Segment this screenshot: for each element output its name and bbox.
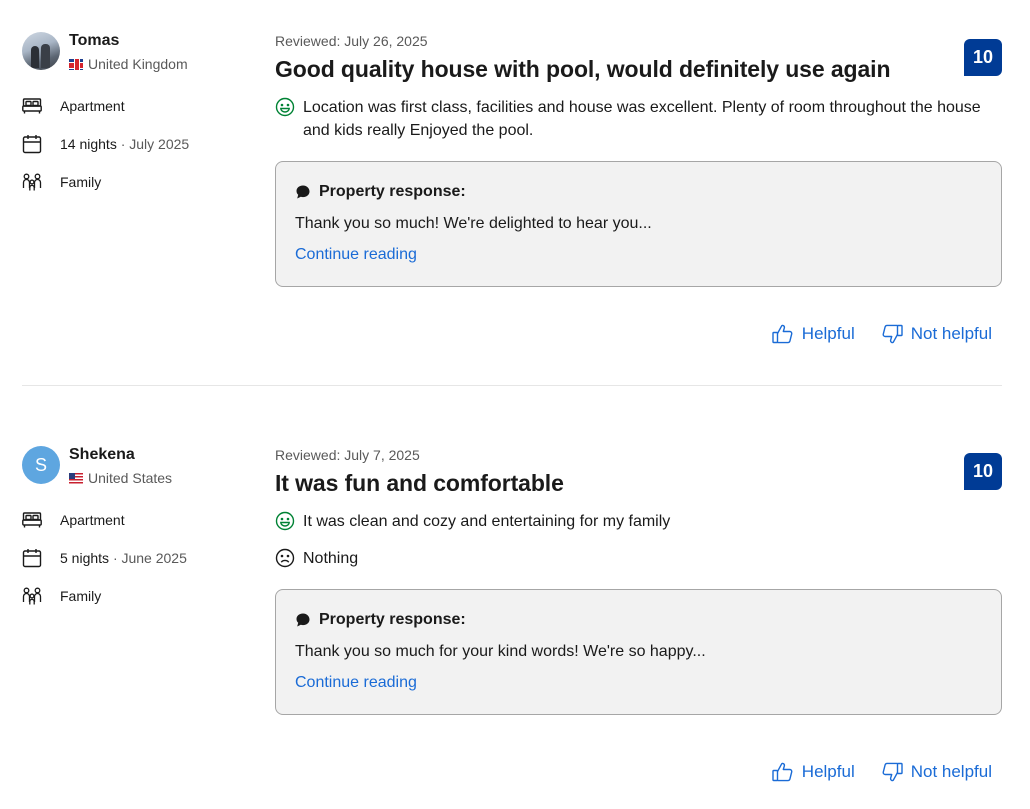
- uk-flag-icon: [69, 58, 83, 70]
- reviewed-date: Reviewed: July 7, 2025: [275, 447, 420, 463]
- helpful-label: Helpful: [801, 324, 855, 343]
- review-title: It was fun and comfortable: [275, 470, 564, 496]
- room-type: Apartment: [22, 96, 252, 116]
- helpful-button[interactable]: Helpful: [772, 762, 855, 782]
- stay-month: · June 2025: [112, 550, 187, 566]
- positive-comment: It was clean and cozy and entertaining f…: [275, 510, 1002, 533]
- smile-icon: [275, 97, 295, 117]
- review-divider: [22, 385, 1002, 386]
- reviewer-info: Tomas United Kingdom Apartment 14 nights…: [22, 32, 252, 192]
- positive-comment: Location was first class, facilities and…: [275, 96, 1002, 142]
- continue-reading-link[interactable]: Continue reading: [295, 673, 417, 693]
- traveler-type-label: Family: [60, 588, 102, 604]
- traveler-type: Family: [22, 586, 252, 606]
- stay-duration: 14 nights · July 2025: [22, 134, 252, 154]
- nights-label: 5 nights: [60, 550, 110, 566]
- reviewer-country: United Kingdom: [69, 56, 188, 72]
- reviewer-info: S Shekena United States Apartment 5 nigh…: [22, 446, 252, 606]
- country-label: United States: [88, 470, 173, 486]
- not-helpful-button[interactable]: Not helpful: [881, 762, 992, 782]
- response-label: Property response:: [319, 183, 466, 200]
- traveler-type: Family: [22, 172, 252, 192]
- frown-icon: [275, 548, 295, 568]
- nights-label: 14 nights: [60, 136, 117, 152]
- negative-comment: Nothing: [275, 547, 1002, 570]
- property-response: Property response: Thank you so much! We…: [275, 161, 1002, 287]
- review-content: Reviewed: July 7, 2025 It was fun and co…: [275, 447, 1002, 715]
- vote-buttons: Helpful Not helpful: [772, 324, 992, 344]
- room-type: Apartment: [22, 510, 252, 530]
- family-icon: [22, 172, 42, 192]
- helpful-button[interactable]: Helpful: [772, 324, 855, 344]
- response-text: Thank you so much! We're delighted to he…: [295, 215, 652, 232]
- bed-icon: [22, 510, 42, 530]
- continue-reading-link[interactable]: Continue reading: [295, 245, 417, 265]
- country-label: United Kingdom: [88, 56, 188, 72]
- helpful-label: Helpful: [801, 762, 855, 781]
- speech-bubble-icon: [296, 185, 310, 199]
- score-badge: 10: [964, 39, 1002, 76]
- reviewer-name: Tomas: [69, 32, 120, 49]
- family-icon: [22, 586, 42, 606]
- vote-buttons: Helpful Not helpful: [772, 762, 992, 782]
- review-content: Reviewed: July 26, 2025 Good quality hou…: [275, 33, 1002, 287]
- positive-text: It was clean and cozy and entertaining f…: [303, 513, 671, 530]
- not-helpful-label: Not helpful: [910, 762, 992, 781]
- positive-text: Location was first class, facilities and…: [303, 99, 981, 139]
- calendar-icon: [22, 548, 42, 568]
- bed-icon: [22, 96, 42, 116]
- review-title: Good quality house with pool, would defi…: [275, 56, 891, 82]
- stay-month: · July 2025: [120, 136, 190, 152]
- not-helpful-button[interactable]: Not helpful: [881, 324, 992, 344]
- reviewer-name: Shekena: [69, 446, 135, 463]
- response-label: Property response:: [319, 611, 466, 628]
- thumbs-down-icon: [882, 324, 903, 344]
- review-card: S Shekena United States Apartment 5 nigh…: [0, 414, 1030, 809]
- avatar: [22, 32, 60, 70]
- not-helpful-label: Not helpful: [910, 324, 992, 343]
- stay-duration: 5 nights · June 2025: [22, 548, 252, 568]
- reviewer-country: United States: [69, 470, 172, 486]
- avatar: S: [22, 446, 60, 484]
- negative-text: Nothing: [303, 550, 359, 567]
- property-response: Property response: Thank you so much for…: [275, 589, 1002, 715]
- speech-bubble-icon: [296, 613, 310, 627]
- thumbs-up-icon: [772, 324, 793, 344]
- review-card: Tomas United Kingdom Apartment 14 nights…: [0, 0, 1030, 386]
- thumbs-up-icon: [772, 762, 793, 782]
- thumbs-down-icon: [882, 762, 903, 782]
- traveler-type-label: Family: [60, 174, 102, 190]
- room-type-label: Apartment: [60, 98, 125, 114]
- calendar-icon: [22, 134, 42, 154]
- reviewed-date: Reviewed: July 26, 2025: [275, 33, 428, 49]
- us-flag-icon: [69, 472, 83, 484]
- room-type-label: Apartment: [60, 512, 125, 528]
- score-badge: 10: [964, 453, 1002, 490]
- response-text: Thank you so much for your kind words! W…: [295, 643, 706, 660]
- smile-icon: [275, 511, 295, 531]
